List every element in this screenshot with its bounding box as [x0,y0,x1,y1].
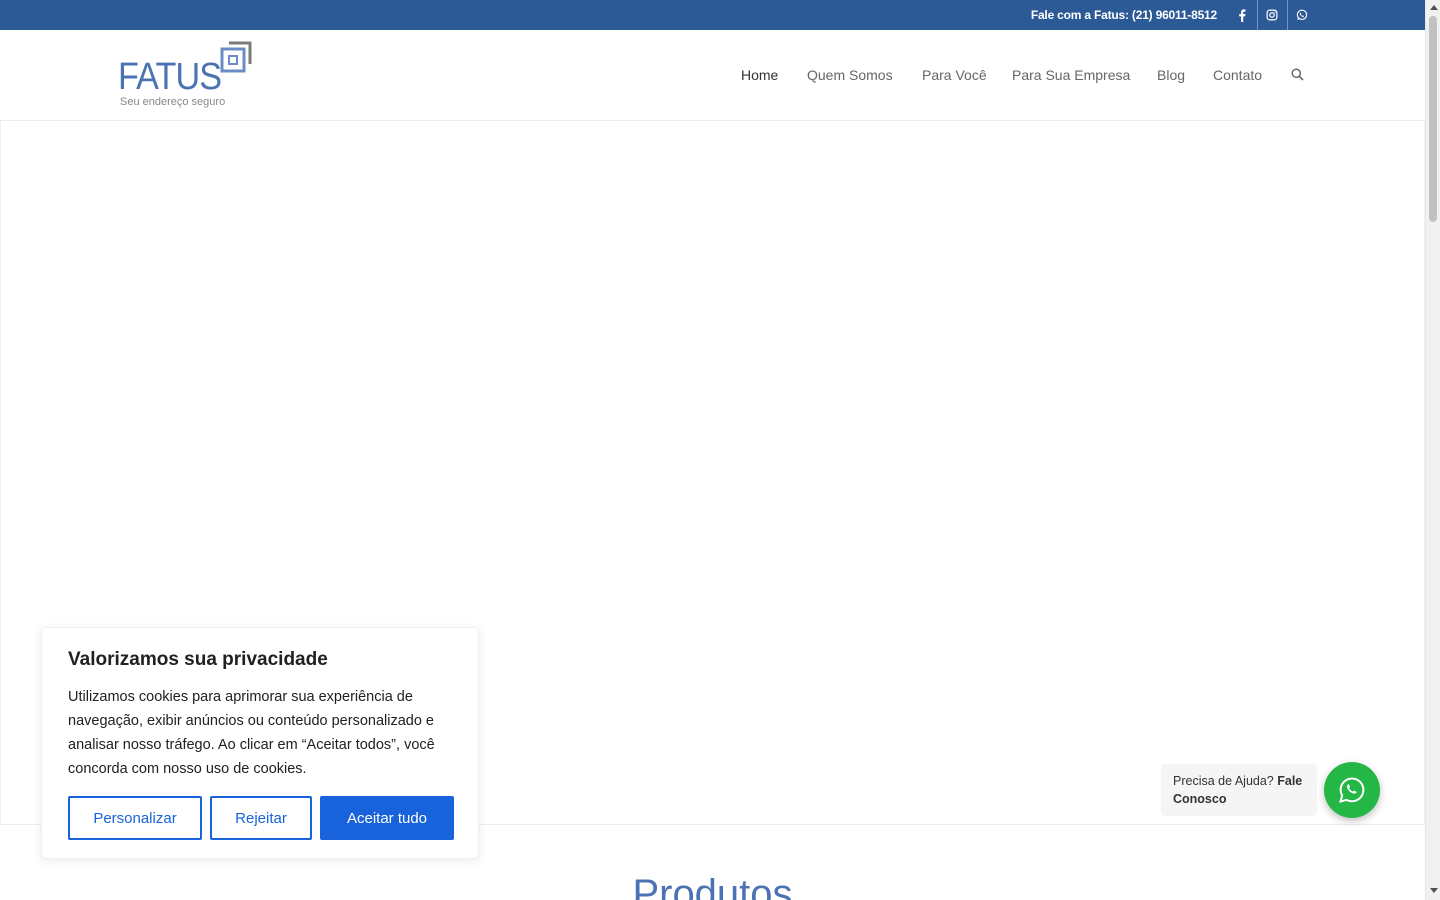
instagram-icon[interactable] [1257,0,1287,30]
nav-item-blog[interactable]: Blog [1157,67,1185,83]
nav-item-home[interactable]: Home [741,67,778,83]
scroll-up-arrow-icon[interactable] [1426,0,1440,14]
scroll-down-arrow-icon[interactable] [1426,884,1440,898]
site-header: FATUS Seu endereço seguro Home Quem Somo… [0,30,1425,121]
whatsapp-help-bubble[interactable]: Precisa de Ajuda? Fale Conosco [1161,764,1317,816]
nav-item-quem-somos[interactable]: Quem Somos [807,67,893,83]
logo-mark-icon [220,41,252,73]
page-scrollbar[interactable] [1425,0,1440,900]
nav-item-para-sua-empresa[interactable]: Para Sua Empresa [1012,67,1130,83]
whatsapp-icon[interactable] [1287,0,1317,30]
site-logo[interactable]: FATUS Seu endereço seguro [118,40,258,110]
cookie-description: Utilizamos cookies para aprimorar sua ex… [68,689,435,777]
cookie-title: Valorizamos sua privacidade [68,649,328,670]
nav-item-contato[interactable]: Contato [1213,67,1262,83]
nav-item-para-voce[interactable]: Para Você [922,67,987,83]
contact-phone[interactable]: Fale com a Fatus: (21) 96011-8512 [1031,8,1217,22]
whatsapp-chat-button[interactable] [1324,762,1380,818]
facebook-icon[interactable] [1227,0,1257,30]
customize-button[interactable]: Personalizar [68,796,202,840]
top-bar: Fale com a Fatus: (21) 96011-8512 [0,0,1425,30]
accept-all-button[interactable]: Aceitar tudo [320,796,454,840]
logo-wordmark: FATUS [118,56,222,98]
whatsapp-prompt: Precisa de Ajuda? [1173,774,1278,788]
logo-tagline: Seu endereço seguro [120,96,226,108]
whatsapp-icon [1339,777,1365,803]
cookie-consent-banner: Valorizamos sua privacidade Utilizamos c… [41,627,479,859]
scrollbar-thumb[interactable] [1429,16,1437,222]
reject-button[interactable]: Rejeitar [210,796,312,840]
section-title-produtos: Produtos [632,872,793,900]
search-icon[interactable] [1291,68,1304,86]
